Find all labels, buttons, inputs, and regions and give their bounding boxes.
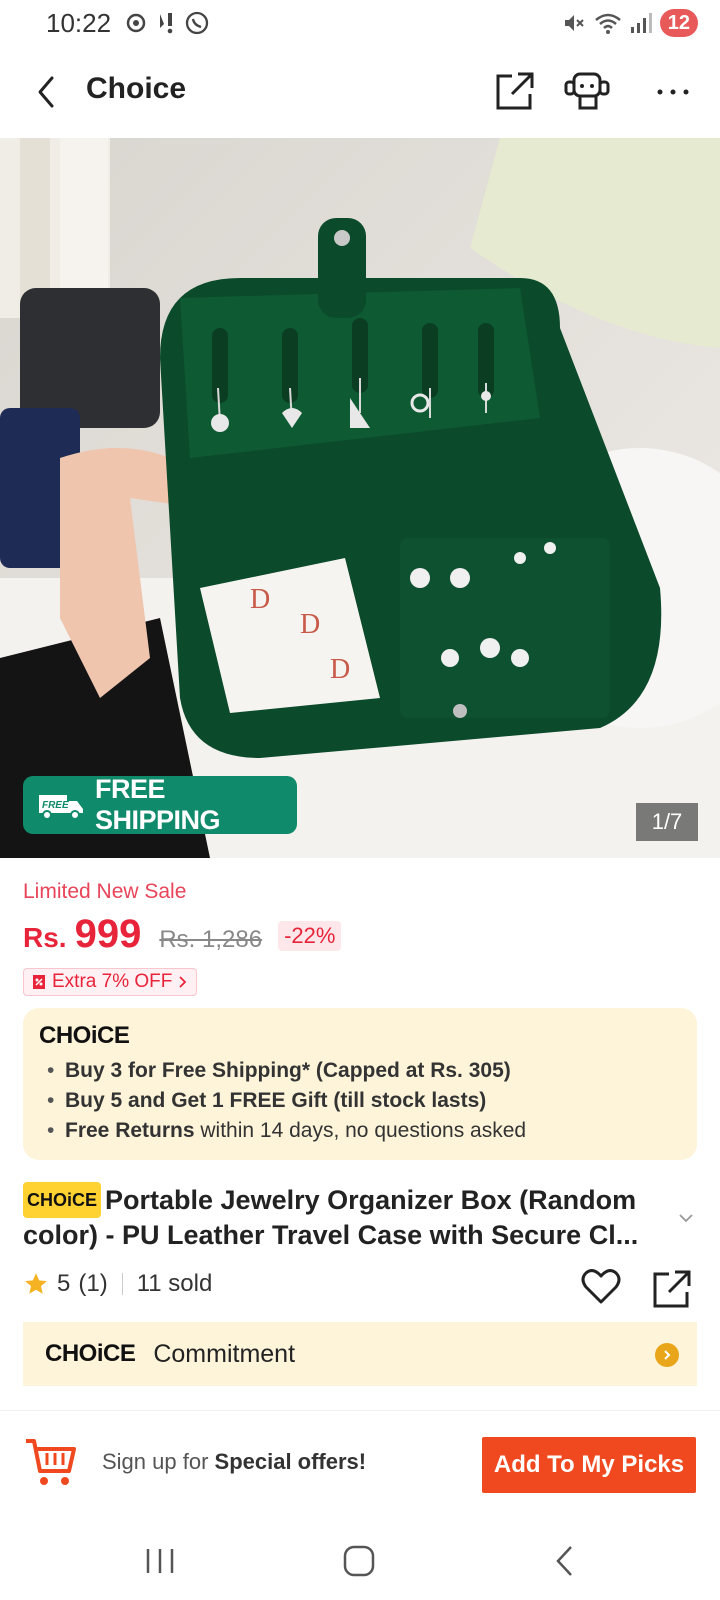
page-title: Choice	[86, 72, 187, 105]
commitment-label: Commitment	[153, 1339, 296, 1368]
notification-icon	[160, 13, 173, 34]
coupon-label: Extra 7% OFF	[52, 971, 173, 992]
status-time: 10:22	[46, 8, 112, 38]
chevron-right-icon	[179, 976, 187, 988]
more-icon[interactable]	[650, 68, 696, 114]
back-nav-icon[interactable]	[550, 1544, 580, 1578]
mute-icon	[564, 15, 584, 31]
bottom-action-bar: Sign up for Special offers! Add To My Pi…	[0, 1410, 720, 1520]
back-icon[interactable]	[28, 70, 68, 114]
benefit-item: Buy 3 for Free Shipping* (Capped at Rs. …	[39, 1056, 681, 1086]
battery-indicator: 12	[659, 9, 698, 37]
coupon-button[interactable]: Extra 7% OFF	[23, 968, 198, 996]
support-icon[interactable]	[562, 68, 612, 114]
choice-benefits[interactable]: CHOiCE Buy 3 for Free Shipping* (Capped …	[23, 1008, 697, 1160]
delivery-truck-icon: FREE	[38, 795, 83, 820]
review-count: (1)	[78, 1270, 108, 1297]
recent-apps-icon[interactable]	[144, 1546, 176, 1576]
share-icon[interactable]	[651, 1268, 693, 1310]
chevron-down-icon[interactable]	[676, 1208, 696, 1228]
image-counter: 1/7	[636, 803, 698, 841]
choice-commitment[interactable]: CHOiCE Commitment	[23, 1322, 697, 1386]
price-row: Rs. 999 Rs. 1,286 -22%	[23, 912, 342, 957]
wifi-icon	[594, 13, 621, 34]
star-icon	[25, 1273, 47, 1294]
product-image[interactable]: D D D	[0, 138, 720, 858]
sold-count: 11 sold	[136, 1270, 213, 1297]
discount-badge: -22%	[278, 921, 342, 951]
system-nav-bar	[0, 1520, 720, 1600]
sale-label: Limited New Sale	[23, 880, 187, 903]
rating-row[interactable]: 5 (1) 11 sold	[23, 1270, 212, 1298]
choice-logo: CHOiCE	[39, 1022, 130, 1049]
chevron-right-icon	[655, 1343, 679, 1367]
share-icon[interactable]	[492, 68, 538, 114]
current-price: 999	[74, 912, 142, 956]
cart-icon[interactable]	[23, 1435, 79, 1489]
price-currency: Rs.	[23, 922, 67, 953]
pouch-print: D	[250, 584, 270, 615]
product-photo: D D D	[0, 138, 720, 858]
choice-logo: CHOiCE	[45, 1340, 136, 1367]
wishlist-heart-icon[interactable]	[580, 1266, 622, 1306]
battery-level: 12	[667, 12, 690, 34]
original-price: Rs. 1,286	[159, 926, 263, 953]
product-title[interactable]: CHOiCE Portable Jewelry Organizer Box (Ra…	[23, 1182, 673, 1252]
app-header: Choice	[0, 52, 720, 132]
sync-icon	[126, 13, 146, 33]
free-shipping-badge: FREE FREE SHIPPING	[23, 774, 297, 835]
whatsapp-icon	[185, 11, 209, 35]
rating-value: 5	[57, 1270, 71, 1297]
free-shipping-label: FREE SHIPPING	[94, 774, 221, 835]
pouch-print: D	[330, 654, 350, 685]
benefit-item: Buy 5 and Get 1 FREE Gift (till stock la…	[39, 1086, 681, 1116]
home-icon[interactable]	[342, 1544, 376, 1578]
benefit-list: Buy 3 for Free Shipping* (Capped at Rs. …	[39, 1056, 681, 1146]
status-bar: 10:22 12	[0, 0, 720, 48]
signup-offer-link[interactable]: Sign up for Special offers!	[102, 1449, 366, 1475]
pouch-print: D	[300, 609, 320, 640]
badge-free-text: FREE	[42, 800, 69, 811]
product-title-text: Portable Jewelry Organizer Box (Random c…	[23, 1185, 639, 1250]
signal-icon	[630, 13, 652, 33]
add-to-picks-button[interactable]: Add To My Picks	[482, 1437, 696, 1493]
benefit-item: Free Returns within 14 days, no question…	[39, 1116, 681, 1146]
coupon-icon	[33, 975, 45, 989]
divider	[121, 1273, 123, 1295]
choice-chip: CHOiCE	[23, 1182, 102, 1218]
